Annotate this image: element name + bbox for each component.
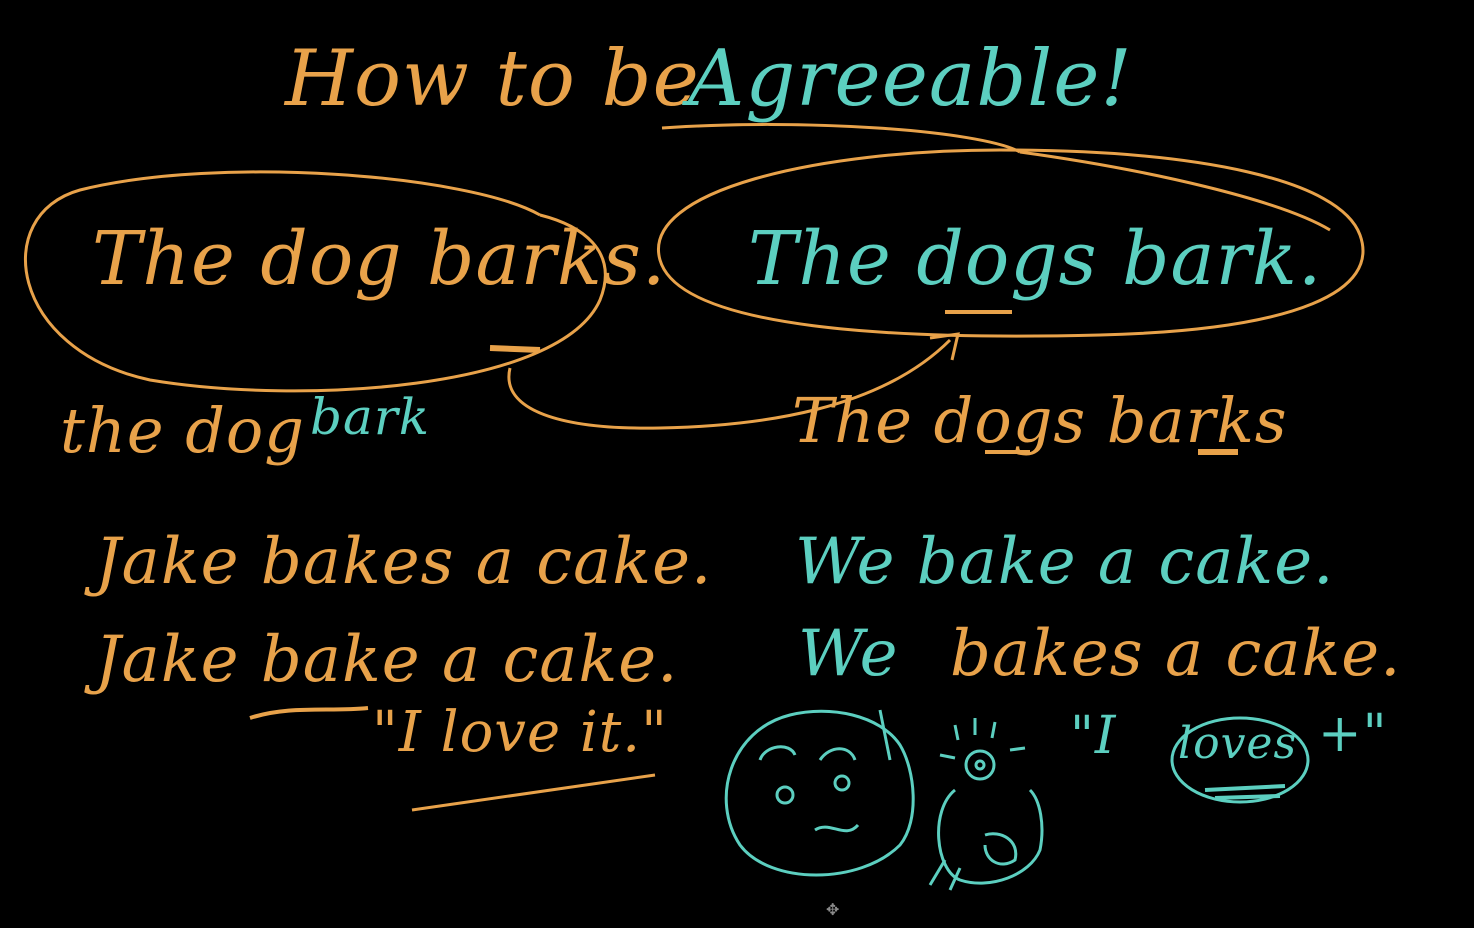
face-doodle-icon (724, 709, 915, 877)
loves-underline (1204, 784, 1286, 800)
quote-close: +" (1318, 704, 1388, 764)
sentence-jake-bakes: Jake bakes a cake. (95, 525, 713, 599)
sentence-dogs-bark: The dogs bark. (748, 216, 1323, 302)
title-agreeable: Agreeable! (688, 34, 1133, 124)
sentence-we-bake: We bake a cake. (795, 525, 1335, 599)
sentence-bakes-a-cake: bakes a cake. (950, 617, 1402, 691)
quote-i-open: "I (1070, 706, 1117, 766)
quote-i-love-it: "I love it." (372, 700, 668, 765)
underline-i-love-it (411, 773, 656, 812)
blackboard: How to be Agreeable! The dog barks. The … (0, 0, 1474, 928)
creature-doodle-icon (928, 718, 1044, 891)
sentence-we-subject: We (798, 617, 899, 691)
sentence-the-dog: the dog (60, 394, 305, 467)
title-how-to-be: How to be (285, 34, 700, 124)
sentence-bark-verb: bark (310, 388, 431, 446)
underline-bake (249, 706, 369, 720)
underline-barks-s (489, 345, 541, 353)
sentence-jake-bake: Jake bake a cake. (95, 623, 679, 697)
move-cursor-icon: ✥ (826, 900, 840, 919)
sentence-dog-barks: The dog barks. (92, 216, 667, 302)
quote-loves: loves (1178, 718, 1298, 769)
sentence-dogs-barks: The dogs barks (792, 384, 1288, 457)
